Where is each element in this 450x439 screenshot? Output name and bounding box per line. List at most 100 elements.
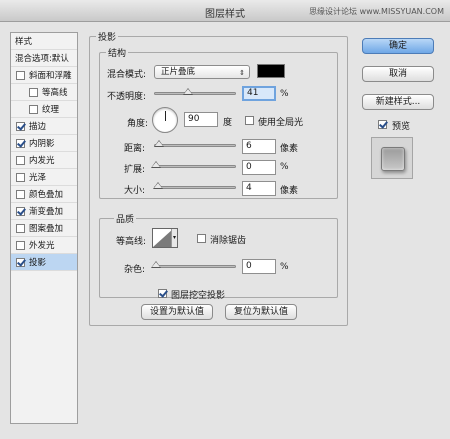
distance-slider[interactable] xyxy=(154,140,236,147)
style-item-label: 内阴影 xyxy=(29,139,55,149)
checkbox[interactable] xyxy=(16,206,25,216)
checkbox[interactable] xyxy=(16,223,25,233)
angle-needle-icon xyxy=(165,111,166,121)
blend-mode-select[interactable]: 正片叠底 ⇕ xyxy=(154,65,250,79)
noise-slider[interactable] xyxy=(151,261,236,268)
style-item-label: 内发光 xyxy=(29,156,55,166)
opacity-slider[interactable] xyxy=(154,88,236,95)
style-item-bevel-emboss[interactable]: 斜面和浮雕 xyxy=(11,67,77,84)
angle-input[interactable]: 90 xyxy=(184,112,218,127)
style-item-label: 颜色叠加 xyxy=(29,190,64,200)
distance-label: 距离: xyxy=(124,144,146,154)
preview-label: 预览 xyxy=(392,122,411,132)
global-light-label: 使用全局光 xyxy=(258,118,304,128)
distance-slider-thumb[interactable] xyxy=(154,140,164,147)
quality-title: 品质 xyxy=(114,212,137,225)
spread-unit: % xyxy=(280,162,289,172)
dropdown-arrow-icon: ▾ xyxy=(171,229,177,247)
checkbox[interactable] xyxy=(16,70,25,80)
spread-slider[interactable] xyxy=(151,161,236,168)
knockout-checkbox[interactable] xyxy=(158,289,167,298)
noise-slider-thumb[interactable] xyxy=(151,261,161,268)
spread-slider-thumb[interactable] xyxy=(151,161,161,168)
blend-mode-label: 混合模式: xyxy=(107,70,147,80)
antialias-label: 消除锯齿 xyxy=(210,236,247,246)
style-item-label: 等高线 xyxy=(42,88,68,98)
style-item-label: 斜面和浮雕 xyxy=(29,71,72,81)
checkbox[interactable] xyxy=(16,138,25,148)
make-default-button[interactable]: 设置为默认值 xyxy=(141,304,213,320)
styles-header[interactable]: 样式 xyxy=(11,33,77,50)
structure-title: 结构 xyxy=(106,46,129,59)
size-input[interactable]: 4 xyxy=(242,181,276,196)
checkbox[interactable] xyxy=(16,121,25,131)
style-item-label: 投影 xyxy=(29,258,47,268)
style-item-gradient-overlay[interactable]: 渐变叠加 xyxy=(11,203,77,220)
styles-list: 样式 混合选项:默认 斜面和浮雕 等高线 纹理 描边 内阴影 内发光 光泽 颜色… xyxy=(10,32,78,424)
style-item-drop-shadow[interactable]: 投影 xyxy=(11,254,77,271)
blend-mode-value: 正片叠底 xyxy=(161,67,196,77)
checkbox[interactable] xyxy=(29,87,38,97)
size-slider[interactable] xyxy=(153,182,236,189)
angle-label: 角度: xyxy=(127,119,149,129)
style-item-outer-glow[interactable]: 外发光 xyxy=(11,237,77,254)
cancel-button[interactable]: 取消 xyxy=(362,66,434,82)
style-item-stroke[interactable]: 描边 xyxy=(11,118,77,135)
shadow-color-swatch[interactable] xyxy=(257,64,285,78)
style-item-label: 渐变叠加 xyxy=(29,207,64,217)
global-light-checkbox[interactable] xyxy=(245,116,254,125)
reset-default-button[interactable]: 复位为默认值 xyxy=(225,304,297,320)
style-item-label: 图案叠加 xyxy=(29,224,64,234)
quality-group xyxy=(99,218,338,298)
style-item-label: 光泽 xyxy=(29,173,47,183)
style-item-satin[interactable]: 光泽 xyxy=(11,169,77,186)
style-item-pattern-overlay[interactable]: 图案叠加 xyxy=(11,220,77,237)
noise-unit: % xyxy=(280,262,289,272)
checkbox[interactable] xyxy=(16,172,25,182)
style-item-label: 纹理 xyxy=(42,105,60,115)
style-item-label: 外发光 xyxy=(29,241,55,251)
antialias-checkbox[interactable] xyxy=(197,234,206,243)
checkbox[interactable] xyxy=(29,104,38,114)
style-item-texture[interactable]: 纹理 xyxy=(11,101,77,118)
style-item-contour[interactable]: 等高线 xyxy=(11,84,77,101)
new-style-button[interactable]: 新建样式... xyxy=(362,94,434,110)
style-item-inner-shadow[interactable]: 内阴影 xyxy=(11,135,77,152)
noise-label: 杂色: xyxy=(124,265,146,275)
contour-picker[interactable]: ▾ xyxy=(152,228,178,248)
size-slider-thumb[interactable] xyxy=(153,182,163,189)
style-preview xyxy=(371,137,413,179)
linear-contour-icon xyxy=(153,229,173,247)
opacity-label: 不透明度: xyxy=(107,92,147,102)
contour-label: 等高线: xyxy=(116,237,147,247)
checkbox[interactable] xyxy=(16,189,25,199)
preview-swatch xyxy=(381,147,405,171)
opacity-unit: % xyxy=(280,89,289,99)
knockout-label: 图层挖空投影 xyxy=(171,291,226,301)
ok-button[interactable]: 确定 xyxy=(362,38,434,54)
checkbox[interactable] xyxy=(16,257,25,267)
size-unit: 像素 xyxy=(280,186,299,196)
spread-input[interactable]: 0 xyxy=(242,160,276,175)
drop-shadow-title: 投影 xyxy=(96,30,119,43)
updown-arrow-icon: ⇕ xyxy=(239,69,245,77)
style-item-color-overlay[interactable]: 颜色叠加 xyxy=(11,186,77,203)
checkbox[interactable] xyxy=(16,155,25,165)
style-item-inner-glow[interactable]: 内发光 xyxy=(11,152,77,169)
layer-style-dialog: 样式 混合选项:默认 斜面和浮雕 等高线 纹理 描边 内阴影 内发光 光泽 颜色… xyxy=(0,22,450,439)
size-label: 大小: xyxy=(124,186,146,196)
window-titlebar: 图层样式 思缘设计论坛 www.MISSYUAN.COM xyxy=(0,0,450,22)
opacity-slider-thumb[interactable] xyxy=(183,88,193,95)
checkbox[interactable] xyxy=(16,240,25,250)
preview-checkbox[interactable] xyxy=(378,120,387,129)
opacity-input[interactable]: 41 xyxy=(242,86,276,101)
distance-input[interactable]: 6 xyxy=(242,139,276,154)
noise-input[interactable]: 0 xyxy=(242,259,276,274)
angle-unit: 度 xyxy=(223,118,233,128)
blend-options-item[interactable]: 混合选项:默认 xyxy=(11,50,77,67)
distance-unit: 像素 xyxy=(280,144,299,154)
spread-label: 扩展: xyxy=(124,165,146,175)
watermark-text: 思缘设计论坛 www.MISSYUAN.COM xyxy=(309,7,444,16)
angle-dial[interactable] xyxy=(152,107,178,133)
style-item-label: 描边 xyxy=(29,122,47,132)
